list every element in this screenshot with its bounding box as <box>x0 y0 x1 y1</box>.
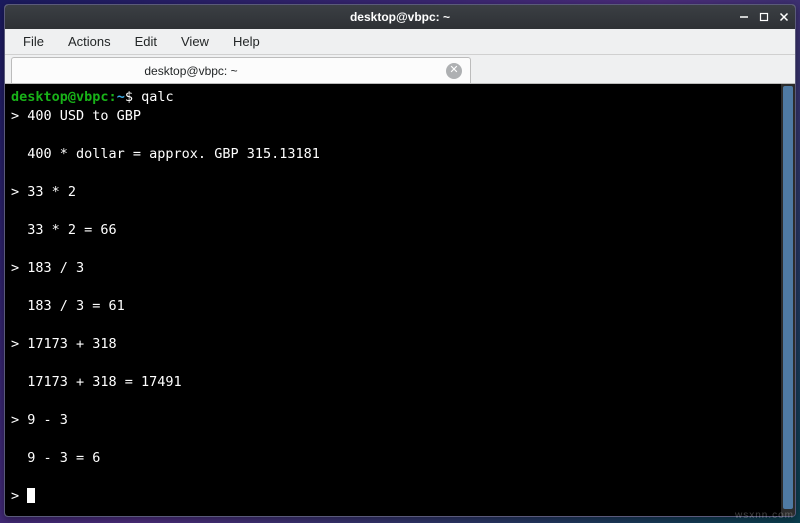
terminal-line: 183 / 3 = 61 <box>11 298 125 314</box>
terminal-line: > 33 * 2 <box>11 184 76 200</box>
terminal-line: > <box>11 488 27 504</box>
terminal-line: > 183 / 3 <box>11 260 84 276</box>
close-button[interactable] <box>777 10 791 24</box>
tab-close-icon[interactable]: ✕ <box>446 63 462 79</box>
menu-view[interactable]: View <box>171 31 219 52</box>
titlebar[interactable]: desktop@vbpc: ~ <box>5 5 795 29</box>
terminal-area: desktop@vbpc:~$ qalc > 400 USD to GBP 40… <box>5 83 795 516</box>
prompt-separator: : <box>109 89 117 105</box>
tab-label: desktop@vbpc: ~ <box>26 64 356 78</box>
shell-command: qalc <box>141 89 174 105</box>
scrollbar-thumb[interactable] <box>783 86 793 509</box>
maximize-button[interactable] <box>757 10 771 24</box>
terminal-line: > 9 - 3 <box>11 412 68 428</box>
titlebar-controls <box>737 10 791 24</box>
cursor <box>27 488 35 503</box>
terminal[interactable]: desktop@vbpc:~$ qalc > 400 USD to GBP 40… <box>5 84 781 516</box>
terminal-line: 33 * 2 = 66 <box>11 222 117 238</box>
prompt-path: ~ <box>117 89 125 105</box>
prompt-symbol: $ <box>125 89 133 105</box>
menubar: File Actions Edit View Help <box>5 29 795 55</box>
watermark: wsxnn.com <box>735 510 794 521</box>
terminal-line: 9 - 3 = 6 <box>11 450 100 466</box>
terminal-line: > 17173 + 318 <box>11 336 117 352</box>
scrollbar[interactable] <box>781 84 795 516</box>
tabbar: desktop@vbpc: ~ ✕ <box>5 55 795 83</box>
terminal-line: > 400 USD to GBP <box>11 108 141 124</box>
menu-file[interactable]: File <box>13 31 54 52</box>
minimize-button[interactable] <box>737 10 751 24</box>
prompt-user-host: desktop@vbpc <box>11 89 109 105</box>
terminal-line: 400 * dollar = approx. GBP 315.13181 <box>11 146 320 162</box>
menu-edit[interactable]: Edit <box>125 31 167 52</box>
menu-actions[interactable]: Actions <box>58 31 121 52</box>
window-title: desktop@vbpc: ~ <box>5 10 795 24</box>
menu-help[interactable]: Help <box>223 31 270 52</box>
terminal-window: desktop@vbpc: ~ File Actions Edit View H… <box>4 4 796 517</box>
terminal-line: 17173 + 318 = 17491 <box>11 374 182 390</box>
tab[interactable]: desktop@vbpc: ~ ✕ <box>11 57 471 83</box>
